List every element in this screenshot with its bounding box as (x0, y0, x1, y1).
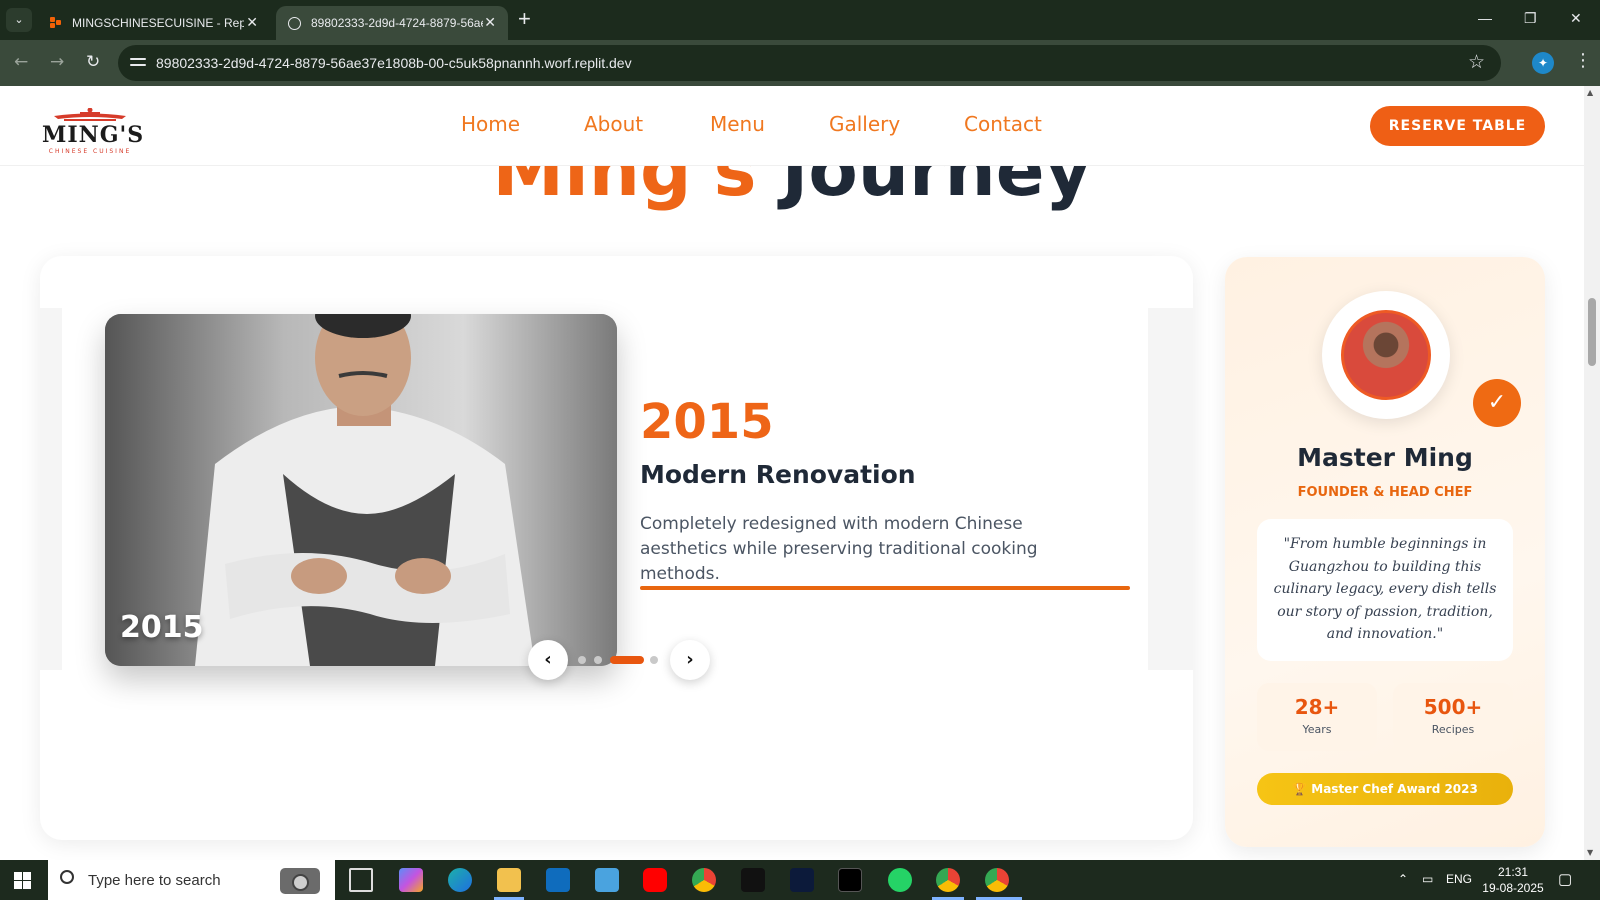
timeline-card: 2015 2015 Modern Renovation Completely r… (40, 256, 1193, 840)
youtube-icon[interactable] (643, 868, 667, 892)
avatar (1341, 310, 1431, 400)
browser-menu-icon[interactable]: ⋮ (1574, 50, 1592, 71)
capcut-icon[interactable] (838, 868, 862, 892)
pagoda-roof-icon (54, 108, 126, 121)
language-indicator[interactable]: ENG (1446, 872, 1472, 886)
back-button[interactable]: ← (14, 52, 28, 72)
tab-replit[interactable]: MINGSCHINESECUISINE - Replit ✕ (38, 6, 270, 40)
replit-icon (50, 17, 62, 29)
site-settings-icon[interactable] (130, 56, 146, 70)
award-badge: 🏆 Master Chef Award 2023 (1257, 773, 1513, 805)
window-close-button[interactable]: ✕ (1570, 10, 1582, 27)
nav-menu[interactable]: Menu (710, 112, 765, 136)
logo-subtitle: CHINESE CUISINE (48, 148, 132, 155)
globe-icon (288, 16, 301, 30)
profile-avatar[interactable]: ✦ (1532, 52, 1554, 74)
tab-site[interactable]: 89802333-2d9d-4724-8879-56ae37e1808b-00-… (276, 6, 508, 40)
outlook-icon[interactable] (546, 868, 570, 892)
carousel-prev-button[interactable]: ‹ (528, 640, 568, 680)
reserve-table-button[interactable]: RESERVE TABLE (1370, 106, 1545, 146)
chef-profile-card: ✓ Master Ming FOUNDER & HEAD CHEF "From … (1225, 257, 1545, 847)
restore-button[interactable]: ❐ (1524, 10, 1537, 27)
timeline-description: Completely redesigned with modern Chines… (640, 514, 1038, 584)
sonyliv-icon[interactable] (741, 868, 765, 892)
carousel-dot[interactable] (578, 656, 586, 664)
nav-contact[interactable]: Contact (964, 112, 1042, 136)
close-icon[interactable]: ✕ (484, 14, 496, 31)
forward-button[interactable]: → (50, 52, 64, 72)
nav-gallery[interactable]: Gallery (829, 112, 900, 136)
nav-home[interactable]: Home (461, 112, 520, 136)
close-icon[interactable]: ✕ (246, 14, 258, 31)
tab-title: MINGSCHINESECUISINE - Replit (72, 16, 244, 30)
chrome-profile-icon[interactable] (936, 868, 960, 892)
scroll-up-icon[interactable]: ▲ (1587, 88, 1593, 97)
windows-taskbar: Type here to search ⌃ ▭ ENG 21:31 19-08-… (0, 860, 1600, 900)
logo-wordmark: MING'S (42, 122, 145, 148)
chrome-active-icon[interactable] (985, 868, 1009, 892)
chrome-icon[interactable] (692, 868, 716, 892)
scrollbar-thumb[interactable] (1588, 298, 1596, 366)
site-logo[interactable]: MING'S CHINESE CUISINE (42, 94, 145, 160)
control-panel-icon[interactable] (595, 868, 619, 892)
taskbar-clock[interactable]: 21:31 19-08-2025 (1480, 864, 1546, 896)
carousel-next-button[interactable]: › (670, 640, 710, 680)
address-bar[interactable]: 89802333-2d9d-4724-8879-56ae37e1808b-00-… (118, 45, 1501, 81)
copilot-icon[interactable] (399, 868, 423, 892)
avatar-ring (1322, 291, 1450, 419)
browser-tab-strip: ⌄ MINGSCHINESECUISINE - Replit ✕ 8980233… (0, 0, 1600, 40)
photo-year-label: 2015 (120, 610, 204, 645)
chef-role: FOUNDER & HEAD CHEF (1297, 485, 1473, 500)
stat-value: 500+ (1423, 695, 1483, 719)
scroll-down-icon[interactable]: ▼ (1587, 848, 1593, 857)
verified-check-icon: ✓ (1473, 379, 1521, 427)
new-tab-button[interactable]: + (518, 6, 531, 32)
bookmark-star-icon[interactable]: ☆ (1468, 51, 1485, 73)
hotstar-icon[interactable] (790, 868, 814, 892)
chef-name: Master Ming (1297, 443, 1473, 472)
stat-label: Years (1302, 723, 1332, 736)
timeline-year: 2015 (640, 394, 774, 450)
minimize-button[interactable]: — (1478, 10, 1492, 26)
task-view-icon[interactable] (349, 868, 373, 892)
chef-photo: 2015 (105, 314, 617, 666)
carousel-dot[interactable] (650, 656, 658, 664)
timeline-progress-bar (640, 586, 1130, 590)
taskbar-search-placeholder[interactable]: Type here to search (88, 872, 221, 889)
file-explorer-icon[interactable] (497, 868, 521, 892)
site-header: MING'S CHINESE CUISINE Home About Menu G… (0, 86, 1584, 166)
chevron-up-icon[interactable]: ⌃ (1398, 872, 1408, 886)
clock-date: 19-08-2025 (1482, 881, 1544, 895)
chef-quote: "From humble beginnings in Guangzhou to … (1257, 519, 1513, 661)
stat-recipes: 500+ Recipes (1393, 683, 1513, 751)
page-viewport: Ming's Journey MING'S CHINESE CUISINE Ho… (0, 86, 1584, 860)
award-label: Master Chef Award 2023 (1311, 782, 1478, 796)
timeline-title: Modern Renovation (640, 460, 916, 489)
camera-icon[interactable] (280, 868, 320, 894)
tab-title: 89802333-2d9d-4724-8879-56ae37e1808b-00-… (311, 16, 483, 30)
carousel-dot-active[interactable] (610, 656, 644, 664)
browser-toolbar: ← → ↻ 89802333-2d9d-4724-8879-56ae37e180… (0, 40, 1600, 86)
nav-about[interactable]: About (584, 112, 643, 136)
notification-icon[interactable]: ▢ (1558, 870, 1572, 888)
clock-time: 21:31 (1497, 865, 1529, 879)
carousel-dot[interactable] (594, 656, 602, 664)
windows-start-icon[interactable] (14, 872, 31, 889)
network-icon[interactable]: ▭ (1422, 872, 1433, 886)
url-text[interactable]: 89802333-2d9d-4724-8879-56ae37e1808b-00-… (156, 55, 632, 71)
edge-icon[interactable] (448, 868, 472, 892)
stat-label: Recipes (1431, 723, 1475, 736)
reload-button[interactable]: ↻ (86, 52, 100, 72)
tab-search-button[interactable]: ⌄ (6, 8, 32, 32)
search-icon (60, 870, 74, 884)
taskbar-search[interactable]: Type here to search (48, 860, 335, 900)
page-scrollbar[interactable]: ▲ ▼ (1584, 86, 1600, 860)
stat-value: 28+ (1294, 695, 1340, 719)
whatsapp-icon[interactable] (888, 868, 912, 892)
stat-years: 28+ Years (1257, 683, 1377, 751)
trophy-icon: 🏆 (1292, 782, 1308, 796)
